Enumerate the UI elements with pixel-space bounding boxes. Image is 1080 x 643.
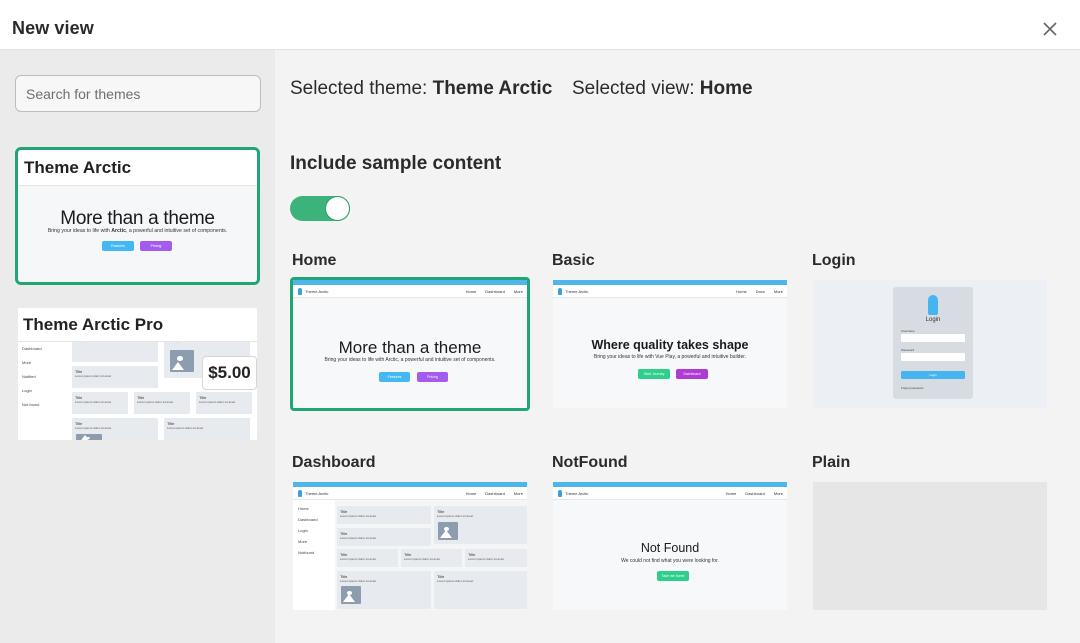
view-label-notfound: NotFound	[552, 454, 628, 471]
preview-headline: Not Found	[640, 541, 700, 555]
preview-headline: More than a theme	[60, 208, 215, 229]
login-form: Login Username Password Login Forgot pas…	[893, 287, 973, 399]
preview-tile: Title Lorem ipsum dolor sit amet	[196, 392, 252, 414]
preview-menu: Dashboard More Notified Login Not found	[22, 346, 42, 407]
preview-tile: Title Lorem ipsum dolor sit amet	[337, 528, 431, 546]
theme-name: Theme Arctic Pro	[18, 308, 257, 342]
view-label-home: Home	[292, 252, 337, 269]
toggle-knob	[325, 196, 350, 221]
preview-headline: More than a theme	[338, 338, 482, 357]
image-icon	[438, 522, 458, 540]
sample-content-toggle[interactable]	[290, 196, 350, 221]
image-icon	[341, 586, 361, 604]
view-label-login: Login	[812, 252, 856, 269]
view-preview: Theme Arctic Home Dashboard More Home Dashb…	[293, 482, 527, 610]
close-icon[interactable]	[1040, 19, 1060, 39]
preview-subtitle: Bring your ideas to life with Arctic, a …	[324, 357, 496, 363]
preview-button: Features	[379, 372, 410, 382]
include-sample-content-label: Include sample content	[290, 153, 502, 174]
drop-logo-icon	[558, 288, 562, 295]
view-card-dashboard[interactable]: Theme Arctic Home Dashboard More Home Dashb…	[293, 482, 527, 610]
preview-tile: Title Lorem ipsum dolor sit amet	[164, 418, 250, 440]
view-label-plain: Plain	[812, 454, 851, 471]
preview-subtitle: Bring your ideas to life with Arctic, a …	[47, 228, 228, 234]
view-card-notfound[interactable]: Theme Arctic Home Dashboard More Not Found …	[553, 482, 787, 610]
preview-tile: Title Lorem ipsum dolor sit amet	[72, 366, 158, 388]
view-card-home[interactable]: Theme Arctic Home Dashboard More More than …	[290, 277, 530, 411]
dialog-title: New view	[12, 18, 94, 38]
theme-name: Theme Arctic	[18, 150, 257, 186]
selected-view: Selected view: Home	[572, 78, 753, 99]
view-label-basic: Basic	[552, 252, 595, 269]
price-badge: $5.00	[202, 356, 257, 390]
preview-tile: Title Lorem ipsum dolor sit amet	[337, 506, 431, 524]
preview-button: Dashboard	[676, 369, 708, 379]
drop-logo-icon	[298, 490, 302, 497]
theme-sidebar: Theme Arctic More than a theme Bring you…	[0, 50, 275, 643]
theme-card-arctic[interactable]: Theme Arctic More than a theme Bring you…	[15, 147, 260, 285]
preview-button: Pricing	[417, 372, 448, 382]
view-preview: Theme Arctic Home Docs More Where quality t…	[553, 280, 787, 408]
view-card-plain[interactable]	[813, 482, 1047, 610]
preview-menu: Home Dashboard Login More Notfound	[293, 500, 335, 610]
theme-preview: More than a theme Bring your ideas to li…	[18, 186, 257, 282]
preview-pricing-button: Pricing	[140, 241, 172, 251]
preview-tile: Title Lorem ipsum dolor sit amet	[134, 392, 190, 414]
view-label-dashboard: Dashboard	[292, 454, 376, 471]
drop-logo-icon	[558, 490, 562, 497]
preview-subtitle: We could not find what you were looking …	[621, 558, 719, 564]
dialog-header: New view	[0, 0, 1080, 50]
preview-tile: Title Lorem ipsum dolor sit amet	[337, 549, 398, 567]
preview-subtitle: Bring your ideas to life with Vue Play, …	[593, 354, 747, 360]
preview-tile: Title Lorem ipsum dolor sit amet	[465, 549, 527, 567]
new-view-dialog: New view Theme Arctic More than a theme …	[0, 0, 1080, 643]
view-card-basic[interactable]: Theme Arctic Home Docs More Where quality t…	[553, 280, 787, 408]
view-card-login[interactable]: Login Username Password Login Forgot pas…	[813, 280, 1047, 408]
preview-tile: Title Lorem ipsum dolor sit amet	[401, 549, 462, 567]
view-preview: Theme Arctic Home Dashboard More More than …	[293, 280, 527, 408]
preview-tile: Title Lorem ipsum dolor sit amet	[434, 571, 527, 609]
view-preview: Theme Arctic Home Dashboard More Not Found …	[553, 482, 787, 610]
theme-search-input[interactable]	[15, 75, 261, 112]
preview-features-button: Features	[102, 241, 134, 251]
image-icon	[170, 350, 194, 372]
preview-button: Start Journey	[638, 369, 670, 379]
view-preview: Login Username Password Login Forgot pas…	[813, 280, 1047, 408]
view-panel: Selected theme: Theme Arctic Selected vi…	[275, 50, 1080, 643]
selected-theme: Selected theme: Theme Arctic	[290, 78, 553, 99]
preview-button: Take me home	[657, 571, 689, 581]
preview-tile: Title Lorem ipsum dolor sit amet	[72, 392, 128, 414]
preview-headline: Where quality takes shape	[591, 338, 749, 352]
drop-logo-icon	[298, 288, 302, 295]
image-icon	[76, 434, 102, 440]
rocket-icon	[928, 295, 938, 315]
